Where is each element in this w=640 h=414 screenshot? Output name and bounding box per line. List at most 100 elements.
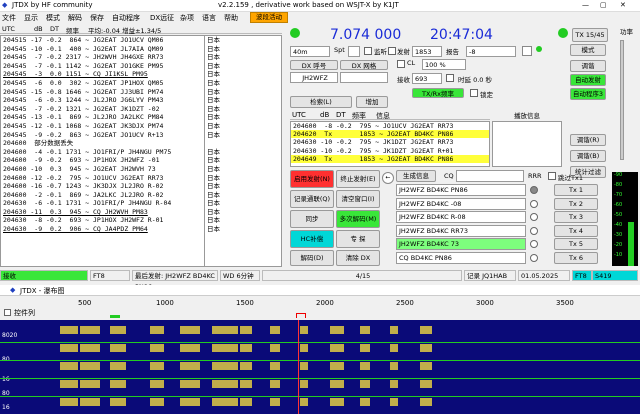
rx-frequency-list[interactable]: 204600 -8 -0.2 795 ~ JO1UCV JG2EAT RR73 2…	[290, 121, 490, 167]
tx-radio[interactable]	[530, 226, 538, 235]
tune-button[interactable]: 调谐	[570, 60, 606, 72]
decode-row[interactable]: 204545 -6 -0.3 1244 ~ JL2JRO JG6LYV PM43	[1, 96, 221, 105]
tx-message-field[interactable]: CQ BD4KC PN86	[396, 251, 526, 264]
decode-row[interactable]: 204630 -8 -0.2 693 ~ JP1HOX JH2WFZ R-01	[1, 216, 221, 226]
tx-send-button[interactable]: Tx 5	[554, 238, 598, 250]
report-field[interactable]: -8	[466, 46, 516, 57]
decode-row[interactable]: 204600 部分数据丢失	[1, 139, 221, 148]
tx-message-field[interactable]: JH2WFZ BD4KC RR73	[396, 224, 526, 237]
right-button-1[interactable]: 调谐(R)	[570, 134, 606, 146]
tx-radio[interactable]	[530, 199, 538, 208]
decode-row[interactable]: 204630 -9 0.2 906 ~ CQ JA4PDZ PM64	[1, 225, 221, 234]
tx-marker[interactable]	[296, 313, 306, 318]
cq-field[interactable]	[456, 170, 524, 182]
tx-rx-same-button[interactable]: TX/Rx频率	[412, 88, 464, 98]
menu-lang[interactable]: 语言	[202, 13, 216, 23]
menu-dxped[interactable]: DX远征	[150, 13, 174, 23]
menu-save[interactable]: 保存	[90, 13, 104, 23]
menu-file[interactable]: 文件	[2, 13, 16, 23]
dx-grid-field[interactable]	[340, 72, 388, 83]
menu-auto-seq[interactable]: 自动程序	[112, 13, 140, 23]
monitor-checkbox[interactable]	[364, 47, 372, 55]
band-activity-tab[interactable]: 波段活动	[250, 12, 288, 23]
cl-field[interactable]: 100 %	[422, 59, 466, 70]
decode-row[interactable]: 204545 -15 -0.8 1646 ~ JG2EAT JJ3UBI PM7…	[1, 88, 221, 97]
tx-send-button[interactable]: Tx 4	[554, 224, 598, 237]
menu-misc[interactable]: 杂项	[180, 13, 194, 23]
delay-checkbox[interactable]	[446, 74, 454, 82]
power-slider[interactable]	[620, 40, 624, 160]
decode-row[interactable]: 204545 -3 0.0 1151 ~ CQ JI1KSL PM95	[1, 70, 221, 79]
decode-row[interactable]: 204545 -7 -0.2 1321 ~ JG2EAT JK1DZT -02	[1, 105, 221, 114]
decode-row[interactable]: 204545 -10 -0.1 400 ~ JG2EAT JL7AIA QM09	[1, 45, 221, 54]
add-button[interactable]: 增加	[356, 96, 388, 108]
rx-row[interactable]: 204620 Tx 1853 ~ JG2EAT BD4KC PN86	[291, 130, 489, 139]
clear-window-button[interactable]: 清空窗口(I)	[336, 190, 380, 208]
lock-checkbox[interactable]	[470, 89, 478, 97]
tx-send-button[interactable]: Tx 6	[554, 251, 598, 264]
enable-tx-button[interactable]: 启用发射(N)	[290, 170, 334, 188]
band-activity-list[interactable]: 204515 -17 -0.2 864 ~ JG2EAT JO1UCV QM06…	[0, 35, 222, 267]
stop-tx-button[interactable]: 终止发射(E)	[336, 170, 380, 188]
tx-radio[interactable]	[530, 186, 538, 194]
tx-radio[interactable]	[530, 213, 538, 221]
generate-button[interactable]: 生成信息	[396, 170, 436, 182]
close-icon[interactable]: ✕	[620, 1, 626, 9]
menu-mode[interactable]: 模式	[46, 13, 60, 23]
auto-tx-button[interactable]: 自动发射	[570, 74, 606, 86]
tx-freq-checkbox[interactable]	[388, 47, 396, 55]
decode-row[interactable]: 204545 -7 -0.2 2317 ~ JH2WVH JH4GXE RR73	[1, 53, 221, 62]
sync-button[interactable]: 同步	[290, 210, 334, 228]
hold-checkbox[interactable]	[522, 46, 532, 56]
right-button-2[interactable]: 调谐(B)	[570, 150, 606, 162]
decode-button[interactable]: 解码(D)	[290, 250, 334, 266]
tx-message-field[interactable]: JH2WFZ BD4KC 73	[396, 238, 526, 250]
cq-mode-button[interactable]: 专 探	[336, 230, 380, 248]
tx-send-button[interactable]: Tx 3	[554, 211, 598, 223]
decode-row[interactable]: 204600 -9 -0.2 693 ~ JP1HOX JH2WFZ -01	[1, 156, 221, 165]
decode-row[interactable]: 204600 -10 0.3 945 ~ JG2EAT JH2WVH 73	[1, 165, 221, 174]
rx-row[interactable]: 204649 Tx 1853 ~ JG2EAT BD4KC PN86	[291, 154, 489, 163]
tx-radio[interactable]	[530, 253, 538, 262]
multi-decode-button[interactable]: 多次解码(M)	[336, 210, 380, 228]
decode-row[interactable]: 204545 -9 -0.2 863 ~ JG2EAT JO1UCV R+13	[1, 131, 221, 140]
tx-message-field[interactable]: JH2WFZ BD4KC PN86	[396, 184, 526, 196]
tx-message-field[interactable]: JH2WFZ BD4KC -08	[396, 197, 526, 210]
tx-send-button[interactable]: Tx 2	[554, 197, 598, 210]
decode-row[interactable]: 204545 -12 -0.1 1068 ~ JG2EAT JK3DJX PM7…	[1, 122, 221, 131]
ab-button[interactable]: 模式	[570, 44, 606, 56]
band-select[interactable]: 40m	[290, 46, 330, 57]
decode-row[interactable]: 204545 -13 -0.1 869 ~ JL2JRO JA2LKC PM84	[1, 113, 221, 122]
rx-freq-field[interactable]: 693	[412, 73, 442, 84]
decode-row[interactable]: 204600 -2 -0.1 869 ~ JA2LKC JL2JRO R-02	[1, 191, 221, 200]
menu-help[interactable]: 帮助	[224, 13, 238, 23]
skip-tx1-checkbox[interactable]	[548, 172, 556, 180]
decode-row[interactable]: 204630 -11 0.3 945 ~ CQ JH2WVH PM83	[1, 208, 221, 217]
tune-checkbox[interactable]	[397, 60, 405, 68]
waterfall-display[interactable]: 8020 80 16 80 16	[0, 320, 640, 414]
menu-view[interactable]: 显示	[24, 13, 38, 23]
auto-seq-button[interactable]: 自动程序3	[570, 88, 606, 100]
decode-row[interactable]: 204515 -17 -0.2 864 ~ JG2EAT JO1UCV QM06	[1, 36, 221, 45]
tx-radio[interactable]	[530, 240, 538, 248]
rx-row[interactable]: 204630 -10 -0.2 795 ~ JK1DZT JG2EAT RR73	[291, 138, 489, 146]
decode-row[interactable]: 204545 -7 -0.1 1142 ~ JG2EAT JO1GKE PM95	[1, 62, 221, 71]
hc-button[interactable]: HC补偿	[290, 230, 334, 248]
arrow-left-icon[interactable]: ←	[382, 172, 394, 184]
spt-field[interactable]	[348, 46, 360, 57]
rx-marker[interactable]	[110, 315, 120, 318]
lookup-button[interactable]: 检索(L)	[290, 96, 352, 108]
tx-send-button[interactable]: Tx 1	[554, 184, 598, 196]
decode-row[interactable]: 204630 -6 -0.1 1731 ~ JO1FRI/P JH4NGU R-…	[1, 199, 221, 208]
decode-row[interactable]: 204600 -12 -0.2 795 ~ JO1UCV JG2EAT RR73	[1, 174, 221, 183]
tx-freq-field[interactable]: 1853	[412, 46, 442, 57]
rx-row[interactable]: 204600 -8 -0.2 795 ~ JO1UCV JG2EAT RR73	[291, 122, 489, 130]
tx-message-field[interactable]: JH2WFZ BD4KC R-08	[396, 211, 526, 223]
menu-decode[interactable]: 解码	[68, 13, 82, 23]
log-qso-button[interactable]: 记录通联(Q)	[290, 190, 334, 208]
rx-row[interactable]: 204630 -10 -0.2 795 ~ JK1DZT JG2EAT R+01	[291, 147, 489, 155]
decode-row[interactable]: 204545 -6 0.0 302 ~ JG2EAT JP1HOX QM05	[1, 79, 221, 88]
decode-row[interactable]: 204600 -4 -0.1 1731 ~ JO1FRI/P JH4NGU PM…	[1, 148, 221, 157]
erase-dx-button[interactable]: 清除 DX	[336, 250, 380, 266]
dx-call-field[interactable]: JH2WFZ	[290, 72, 338, 83]
